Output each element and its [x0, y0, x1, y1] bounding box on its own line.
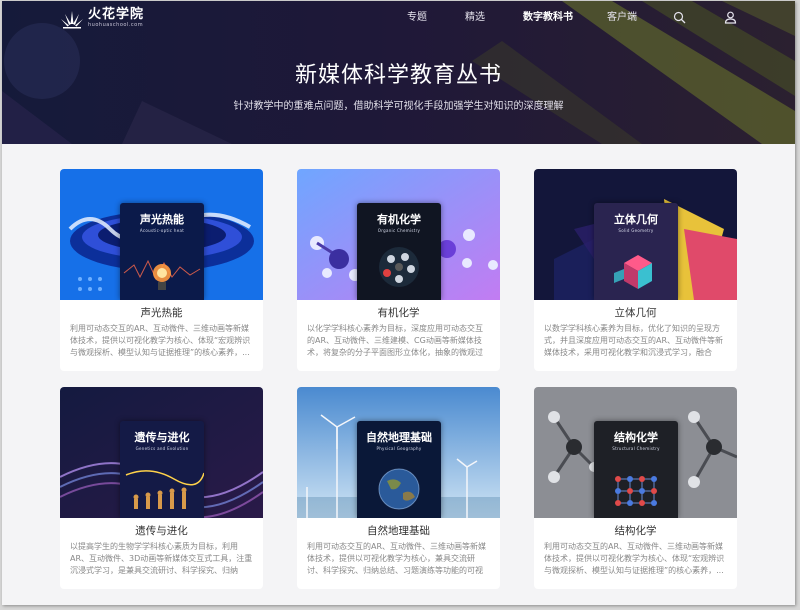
book-card-physical-geography[interactable]: 自然地理基础 Physical Geography 自然地理基础 利用可动态交互…	[297, 387, 500, 589]
book-cover[interactable]: 结构化学 Structural Chemistry	[534, 387, 737, 518]
book-description: 利用可动态交互的AR、互动微件、三维动画等新媒体技术，提供以可视化教学为核心、体…	[544, 542, 725, 575]
book-title[interactable]: 有机化学	[297, 307, 500, 320]
evolution-icon	[125, 470, 204, 509]
cover-subtitle: Organic Chemistry	[377, 228, 421, 233]
book-cover[interactable]: 遗传与进化 Genetics and Evolution	[60, 387, 263, 518]
book-mockup: 有机化学 Organic Chemistry	[357, 203, 441, 300]
cover-subtitle: Structural Chemistry	[612, 446, 660, 451]
book-cover[interactable]: 声光热能 Acoustic-optic heat	[60, 169, 263, 300]
cover-subtitle: Solid Geometry	[618, 228, 654, 233]
book-description: 利用可动态交互的AR、互动微件、三维动画等新媒体技术，提供以可视化教学为核心、体…	[70, 324, 251, 357]
nav-item-digital-textbooks[interactable]: 数字教科书	[523, 12, 573, 24]
top-nav: 火花学院 huohuaschool.com 专题 精选 数字教科书 客户端	[2, 1, 795, 35]
book-cover[interactable]: 自然地理基础 Physical Geography	[297, 387, 500, 518]
browser-page: 火花学院 huohuaschool.com 专题 精选 数字教科书 客户端 新媒…	[2, 1, 795, 605]
cover-subtitle: Physical Geography	[376, 446, 422, 451]
book-title[interactable]: 遗传与进化	[60, 525, 263, 538]
globe-icon	[378, 468, 420, 510]
book-title[interactable]: 立体几何	[534, 307, 737, 320]
page-subtitle: 针对教学中的重难点问题，借助科学可视化手段加强学生对知识的深度理解	[233, 101, 564, 112]
search-icon[interactable]	[673, 11, 686, 24]
book-mockup: 立体几何 Solid Geometry	[594, 203, 678, 300]
cover-title: 有机化学	[377, 213, 421, 226]
cube-icon	[614, 255, 652, 289]
nav-item-topics[interactable]: 专题	[407, 12, 427, 24]
book-mockup: 结构化学 Structural Chemistry	[594, 421, 678, 518]
book-card-genetics-evolution[interactable]: 遗传与进化 Genetics and Evolution 遗传与进化 以提高学生…	[60, 387, 263, 589]
book-title[interactable]: 自然地理基础	[297, 525, 500, 538]
cover-title: 结构化学	[614, 431, 658, 444]
flame-logo-icon	[61, 11, 83, 29]
book-mockup: 遗传与进化 Genetics and Evolution	[120, 421, 204, 518]
brand-logo[interactable]: 火花学院 huohuaschool.com	[60, 7, 143, 31]
brand-name: 火花学院	[88, 7, 145, 22]
cover-title: 遗传与进化	[134, 431, 190, 444]
cover-title: 立体几何	[614, 213, 658, 226]
book-card-acoustic-optic-heat[interactable]: 声光热能 Acoustic-optic heat 声光热能 利用可动态交互的AR…	[60, 169, 263, 371]
cover-title: 声光热能	[140, 213, 184, 226]
brand-domain: huohuaschool.com	[88, 22, 144, 28]
book-title[interactable]: 结构化学	[534, 525, 737, 538]
book-description: 以提高学生的生物学学科核心素质为目标，利用AR、互动微件、3D动画等新媒体交互式…	[70, 542, 253, 575]
book-card-structural-chemistry[interactable]: 结构化学 Structural Chemistry 结构化学 利用可动态交互的A…	[534, 387, 737, 589]
book-card-organic-chemistry[interactable]: 有机化学 Organic Chemistry 有机化学 以化学学科核心素养为目标…	[297, 169, 500, 371]
book-mockup: 自然地理基础 Physical Geography	[357, 421, 441, 518]
book-title[interactable]: 声光热能	[60, 307, 263, 320]
book-description: 以数学学科核心素养为目标，优化了知识的呈现方式，并且深度应用可动态交互的AR、互…	[544, 324, 724, 357]
book-mockup: 声光热能 Acoustic-optic heat	[120, 203, 204, 300]
book-description: 利用可动态交互的AR、互动微件、三维动画等新媒体技术，提供以可视化教学为核心，兼…	[307, 542, 487, 575]
cover-subtitle: Genetics and Evolution	[135, 446, 189, 451]
light-bulb-icon	[123, 259, 201, 290]
nav-item-client[interactable]: 客户端	[607, 12, 637, 24]
book-card-solid-geometry[interactable]: 立体几何 Solid Geometry 立体几何 以数学学科核心素养为目标，优化…	[534, 169, 737, 371]
book-description: 以化学学科核心素养为目标，深度应用可动态交互的AR、互动微件、三维建模、CG动画…	[307, 324, 483, 357]
crystal-lattice-icon	[615, 476, 657, 506]
molecule-icon	[379, 247, 419, 287]
cover-subtitle: Acoustic-optic heat	[139, 228, 185, 233]
user-icon[interactable]	[724, 11, 737, 24]
hero-banner: 火花学院 huohuaschool.com 专题 精选 数字教科书 客户端 新媒…	[2, 1, 795, 144]
cover-title: 自然地理基础	[366, 431, 432, 444]
nav-item-featured[interactable]: 精选	[465, 12, 485, 24]
book-cover[interactable]: 立体几何 Solid Geometry	[534, 169, 737, 300]
page-title: 新媒体科学教育丛书	[294, 63, 502, 88]
book-cover[interactable]: 有机化学 Organic Chemistry	[297, 169, 500, 300]
